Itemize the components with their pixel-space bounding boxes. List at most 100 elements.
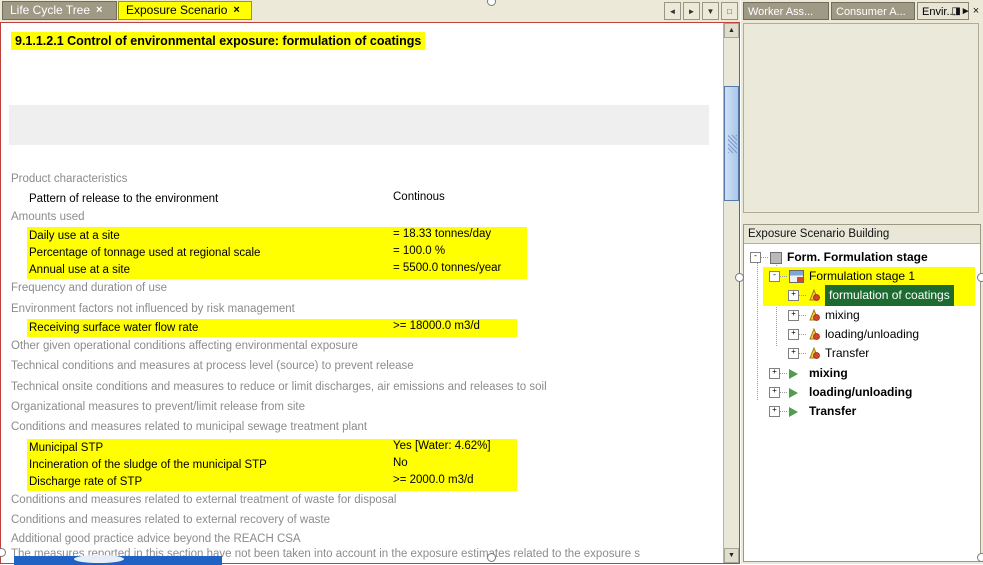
tree-connector bbox=[780, 410, 787, 413]
close-icon[interactable]: × bbox=[970, 3, 982, 19]
cone-icon bbox=[809, 347, 820, 359]
tree-item-label: mixing bbox=[809, 366, 848, 380]
tree-connector bbox=[780, 391, 787, 394]
document-area: 9.1.1.2.1 Control of environmental expos… bbox=[0, 22, 740, 564]
tree-item-label: Transfer bbox=[809, 404, 857, 418]
right-tab-strip: Worker Ass... Consumer A... Envir... ◨► … bbox=[741, 0, 983, 22]
editor-tab-controls: ◄ ► ▼ □ bbox=[664, 2, 738, 20]
tree-connector bbox=[761, 256, 768, 259]
tree-expand-icon[interactable]: + bbox=[788, 329, 799, 340]
tab-worker-assessment[interactable]: Worker Ass... bbox=[743, 2, 829, 20]
document-scroll-content: 9.1.1.2.1 Control of environmental expos… bbox=[1, 23, 722, 563]
resize-handle-bottom-right[interactable] bbox=[977, 553, 983, 562]
triangle-icon bbox=[789, 387, 798, 398]
section-header: Technical onsite conditions and measures… bbox=[11, 381, 547, 393]
tree-item-label: loading/unloading bbox=[825, 327, 920, 341]
triangle-icon bbox=[789, 406, 798, 417]
field-value: Yes [Water: 4.62%] bbox=[393, 440, 491, 452]
editor-tab-strip: Life Cycle Tree × Exposure Scenario × ◄ … bbox=[0, 0, 740, 23]
cone-icon bbox=[809, 309, 820, 321]
tree-item-form-formulation-stage[interactable]: - Form. Formulation stage bbox=[750, 248, 928, 267]
section-header: Organizational measures to prevent/limit… bbox=[11, 401, 306, 413]
section-header: Technical conditions and measures at pro… bbox=[11, 360, 414, 372]
tree-item-mixing-child[interactable]: + mixing bbox=[788, 306, 860, 325]
scrollbar-grip-icon bbox=[728, 134, 737, 153]
field-label: Incineration of the sludge of the munici… bbox=[29, 459, 267, 471]
tree-item-label: Transfer bbox=[825, 346, 870, 360]
tree-item-mixing[interactable]: + mixing bbox=[769, 364, 848, 383]
close-icon[interactable]: × bbox=[233, 5, 239, 16]
panel-title: Exposure Scenario Building bbox=[744, 225, 980, 244]
field-label: Pattern of release to the environment bbox=[29, 193, 219, 205]
triangle-icon bbox=[789, 368, 798, 379]
field-value: = 100.0 % bbox=[393, 245, 446, 257]
tree-expand-icon[interactable]: + bbox=[769, 406, 780, 417]
section-header: Product characteristics bbox=[11, 173, 128, 185]
cone-icon bbox=[809, 328, 820, 340]
splitter-handle[interactable] bbox=[735, 273, 744, 282]
section-header: Amounts used bbox=[11, 211, 85, 223]
tree-item-formulation-of-coatings[interactable]: + formulation of coatings bbox=[788, 285, 954, 306]
placeholder-band bbox=[9, 105, 709, 145]
tab-consumer-assessment[interactable]: Consumer A... bbox=[831, 2, 915, 20]
tree-expand-icon[interactable]: + bbox=[788, 348, 799, 359]
tab-scroll-icon[interactable]: ◨► bbox=[951, 3, 970, 19]
document-vertical-scrollbar[interactable]: ▲ ▼ bbox=[723, 23, 739, 563]
field-label: Discharge rate of STP bbox=[29, 476, 143, 488]
scrollbar-thumb[interactable] bbox=[724, 86, 739, 201]
field-label: Daily use at a site bbox=[29, 230, 120, 242]
tab-next-icon[interactable]: ► bbox=[683, 2, 700, 20]
resize-handle-bottom[interactable] bbox=[487, 553, 496, 562]
field-value: = 5500.0 tonnes/year bbox=[393, 262, 502, 274]
scroll-up-icon[interactable]: ▲ bbox=[724, 23, 739, 38]
close-icon[interactable]: × bbox=[96, 5, 102, 16]
tree-expand-icon[interactable]: + bbox=[788, 290, 799, 301]
tree-item-label: mixing bbox=[825, 308, 860, 322]
tab-list-chevron-down-icon[interactable]: ▼ bbox=[702, 2, 719, 20]
tree-item-label: loading/unloading bbox=[809, 385, 913, 399]
tree-expand-icon[interactable]: + bbox=[769, 368, 780, 379]
tab-label: Exposure Scenario bbox=[126, 3, 228, 17]
tab-life-cycle-tree[interactable]: Life Cycle Tree × bbox=[2, 1, 117, 20]
exposure-scenario-tree: - Form. Formulation stage - Formulation … bbox=[744, 244, 980, 561]
cone-icon bbox=[809, 289, 820, 301]
right-pane: Worker Ass... Consumer A... Envir... ◨► … bbox=[741, 0, 983, 564]
tab-prev-icon[interactable]: ◄ bbox=[664, 2, 681, 20]
field-label: Municipal STP bbox=[29, 442, 104, 454]
tree-item-label: formulation of coatings bbox=[825, 285, 954, 306]
tree-item-transfer-child[interactable]: + Transfer bbox=[788, 344, 869, 363]
document-icon bbox=[770, 251, 782, 264]
maximize-icon[interactable]: □ bbox=[721, 2, 738, 20]
tree-expand-icon[interactable]: + bbox=[769, 387, 780, 398]
tree-item-loading-unloading[interactable]: + loading/unloading bbox=[769, 383, 912, 402]
field-label: Receiving surface water flow rate bbox=[29, 322, 199, 334]
section-header: Environment factors not influenced by ri… bbox=[11, 303, 295, 315]
tab-label: Life Cycle Tree bbox=[10, 3, 91, 17]
tree-item-transfer[interactable]: + Transfer bbox=[769, 402, 856, 421]
field-label: Percentage of tonnage used at regional s… bbox=[29, 247, 261, 259]
tree-collapse-icon[interactable]: - bbox=[769, 271, 780, 282]
tree-item-label: Form. Formulation stage bbox=[787, 250, 928, 264]
tree-connector bbox=[799, 333, 806, 336]
tab-exposure-scenario[interactable]: Exposure Scenario × bbox=[118, 1, 252, 20]
field-value: >= 18000.0 m3/d bbox=[393, 320, 480, 332]
field-value: = 18.33 tonnes/day bbox=[393, 228, 492, 240]
section-header: Conditions and measures related to exter… bbox=[11, 494, 397, 506]
field-value: >= 2000.0 m3/d bbox=[393, 474, 474, 486]
section-header: Conditions and measures related to munic… bbox=[11, 421, 368, 433]
tree-item-formulation-stage-1[interactable]: - Formulation stage 1 bbox=[769, 267, 915, 286]
tree-guide-line bbox=[757, 258, 758, 400]
field-value: Continous bbox=[393, 191, 445, 203]
section-header: Conditions and measures related to exter… bbox=[11, 514, 330, 526]
stage-icon bbox=[789, 270, 804, 283]
resize-handle-right[interactable] bbox=[977, 273, 983, 282]
tree-expand-icon[interactable]: + bbox=[788, 310, 799, 321]
exposure-scenario-building-panel: Exposure Scenario Building - Form. Formu… bbox=[743, 224, 981, 562]
field-label: Annual use at a site bbox=[29, 264, 131, 276]
tree-item-loading-unloading-child[interactable]: + loading/unloading bbox=[788, 325, 919, 344]
right-upper-panel bbox=[743, 23, 979, 213]
tree-collapse-icon[interactable]: - bbox=[750, 252, 761, 263]
tree-connector bbox=[799, 294, 806, 297]
scroll-down-icon[interactable]: ▼ bbox=[724, 548, 739, 563]
tree-connector bbox=[780, 275, 787, 278]
